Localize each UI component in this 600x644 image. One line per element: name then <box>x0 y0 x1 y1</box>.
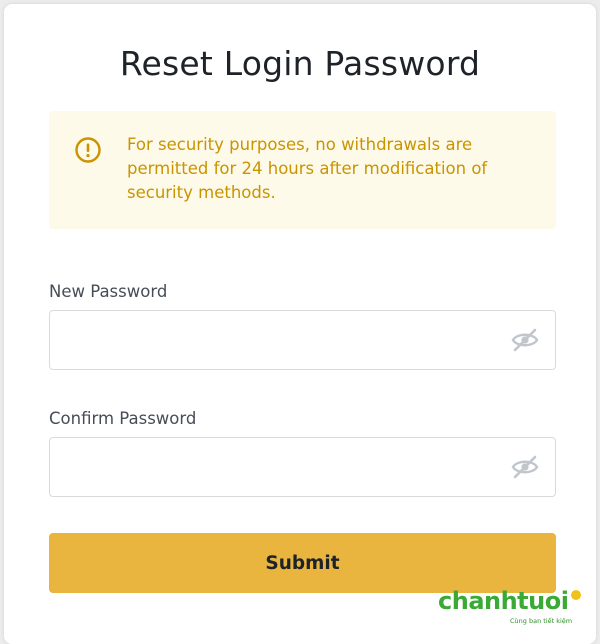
watermark-tagline: Cùng bạn tiết kiệm <box>510 617 573 625</box>
page-title: Reset Login Password <box>119 44 481 83</box>
leaf-icon <box>571 590 581 600</box>
security-notice-text: For security purposes, no withdrawals ar… <box>127 135 488 202</box>
alert-circle-icon <box>75 137 101 163</box>
submit-button[interactable]: Submit <box>49 533 556 593</box>
eye-off-icon[interactable] <box>511 327 539 353</box>
new-password-label: New Password <box>49 282 168 301</box>
watermark-brand: chanhtuoi <box>438 587 569 615</box>
watermark-logo: chanhtuoi Cùng bạn tiết kiệm <box>438 587 588 627</box>
confirm-password-label: Confirm Password <box>49 409 197 428</box>
eye-off-icon[interactable] <box>511 454 539 480</box>
security-notice: For security purposes, no withdrawals ar… <box>49 111 556 229</box>
confirm-password-input[interactable] <box>50 438 518 494</box>
new-password-input[interactable] <box>50 311 518 367</box>
confirm-password-field <box>49 437 556 497</box>
new-password-field <box>49 310 556 370</box>
